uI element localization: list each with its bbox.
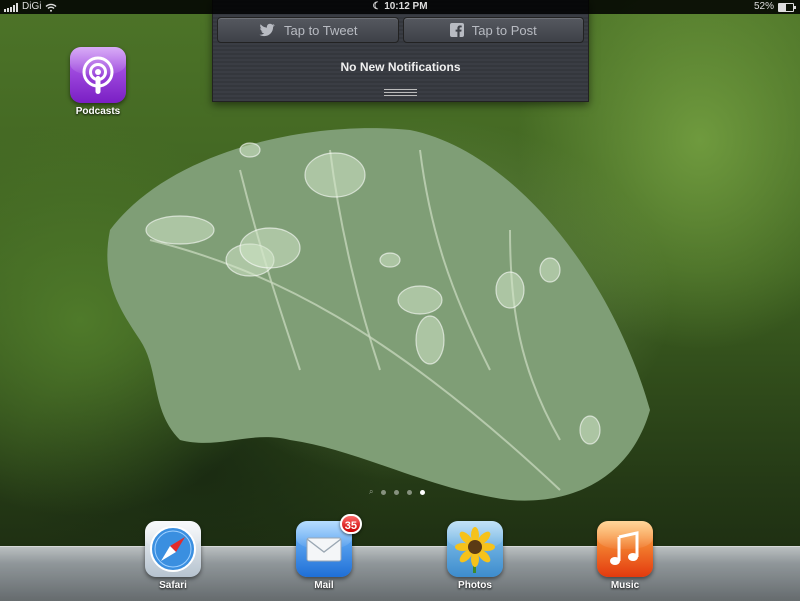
page-dot[interactable] [407, 489, 413, 495]
page-dot[interactable] [394, 489, 400, 495]
dock-app-music[interactable]: Music [590, 521, 660, 591]
photos-icon [447, 521, 503, 577]
clock-time: 10:12 PM [384, 1, 428, 12]
moon-icon: ☾ [372, 1, 382, 12]
battery-fill [779, 3, 787, 11]
podcasts-icon [70, 47, 126, 103]
facebook-post-button[interactable]: Tap to Post [402, 17, 584, 43]
page-dot-active[interactable] [420, 489, 426, 495]
dock-app-photos[interactable]: Photos [440, 521, 510, 591]
notification-message: No New Notifications [340, 60, 461, 74]
notification-center[interactable]: Tap to Tweet Tap to Post No New Notifica… [212, 0, 589, 102]
tweet-button[interactable]: Tap to Tweet [217, 17, 399, 43]
music-icon [597, 521, 653, 577]
leaf-image [107, 128, 650, 501]
status-bar: DiGi ☾ 10:12 PM 52% [0, 0, 800, 14]
podcasts-label: Podcasts [75, 106, 121, 117]
mail-unread-badge: 35 [339, 514, 362, 534]
mail-label: Mail [314, 580, 334, 591]
status-time: ☾ 10:12 PM [0, 0, 800, 14]
page-dot[interactable] [381, 489, 387, 495]
dock [0, 546, 800, 601]
tweet-label: Tap to Tweet [284, 22, 358, 38]
safari-icon [145, 521, 201, 577]
safari-label: Safari [159, 580, 187, 591]
page-indicator[interactable]: ⌕ [369, 488, 426, 496]
mail-icon: 35 [296, 514, 362, 577]
dock-app-safari[interactable]: Safari [138, 521, 208, 591]
battery-icon [778, 2, 796, 12]
twitter-bird-icon [259, 23, 275, 37]
photos-label: Photos [458, 580, 492, 591]
battery-percent: 52% [753, 1, 774, 12]
share-buttons: Tap to Tweet Tap to Post [217, 17, 584, 43]
app-podcasts[interactable]: Podcasts [63, 47, 133, 117]
facebook-icon [449, 23, 464, 37]
music-label: Music [610, 580, 640, 591]
dock-app-mail[interactable]: 35 Mail [289, 514, 362, 591]
status-right: 52% [753, 0, 796, 14]
post-label: Tap to Post [471, 22, 537, 38]
pull-handle-icon[interactable] [384, 89, 417, 99]
spotlight-search-icon[interactable]: ⌕ [369, 488, 373, 496]
